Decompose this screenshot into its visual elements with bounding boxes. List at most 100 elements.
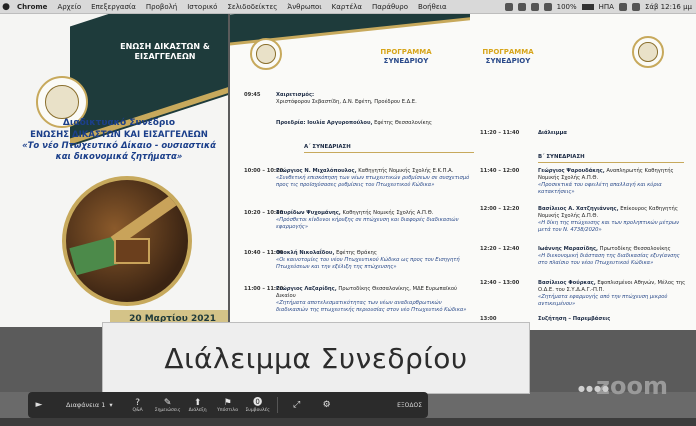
talk-title: «Οι καινοτομίες του νέου Πτωχευτικού Κώδ… — [276, 257, 460, 271]
program-subtitle: ΣΥΝΕΔΡΙΟΥ — [383, 57, 429, 66]
battery-icon[interactable] — [581, 3, 594, 10]
notes-button[interactable]: ✎ Σημειώσεις — [153, 393, 183, 417]
captions-icon: ⚑ — [223, 397, 232, 408]
slide-left: ΕΝΩΣΗ ΔΙΚΑΣΤΩΝ & ΕΙΣΑΓΓΕΛΕΩΝ Διαδικτυακό… — [0, 14, 228, 327]
zoom-logo: ●●●● zoom — [578, 372, 668, 400]
talk-title: «Πρόσθετοι κίνδυνοι κήρυξης σε πτώχευση … — [276, 217, 459, 231]
program-subtitle: ΣΥΝΕΔΡΙΟΥ — [485, 57, 531, 66]
qa-button[interactable]: ? Q&A — [123, 393, 153, 417]
program-heading: ΠΡΟΓΡΑΜΜΑ ΣΥΝΕΔΡΙΟΥ — [478, 48, 538, 66]
break-banner-text: Διάλειμμα Συνεδρίου — [164, 341, 468, 375]
airplay-icon[interactable] — [517, 2, 526, 11]
seal-logo — [632, 36, 664, 68]
divider — [538, 162, 684, 163]
chair-role: Εφέτης Θεσσαλονίκης — [374, 120, 432, 126]
speaker-name: Σπυρίδων Ψυχομάνης, — [276, 210, 341, 216]
conference-title-line3: «Το νέο Πτωχευτικό Δίκαιο - ουσιαστικά κ… — [22, 140, 216, 162]
menu-edit[interactable]: Επεξεργασία — [86, 3, 141, 11]
menu-help[interactable]: Βοήθεια — [413, 3, 452, 11]
break-label: Διάλειμμα — [538, 130, 567, 136]
qa-icon: ? — [135, 397, 140, 408]
speaker-name: Βασίλειος Φούρκας, — [538, 280, 596, 286]
menu-window[interactable]: Παράθυρο — [367, 3, 413, 11]
speaker-name: Γεώργιος Ν. Μιχαλόπουλος, — [276, 168, 357, 174]
gavel-image — [62, 176, 192, 306]
speaker-role: Πρωτοδίκης Θεσσαλονίκης — [599, 246, 671, 252]
talk-title: «Συνθετική επισκόπηση των νέων πτωχευτικ… — [276, 175, 470, 189]
bottom-bar — [0, 418, 696, 426]
qa-label: Q&A — [132, 407, 143, 413]
menu-bookmarks[interactable]: Σελιδοδείκτες — [222, 3, 282, 11]
talk-title: «Η δίκη της πτώχευσης και των προληπτικώ… — [538, 220, 680, 234]
input-source[interactable]: ΗΠΑ — [599, 3, 614, 11]
conference-title: Διαδικτυακό Συνέδριο ΕΝΩΣΗΣ ΔΙΚΑΣΤΩΝ ΚΑΙ… — [14, 118, 224, 163]
notes-label: Σημειώσεις — [154, 407, 181, 413]
lecture-label: Διάλεξη — [188, 407, 207, 413]
speaker-role: Καθηγητής Νομικής Σχολής Ε.Κ.Π.Α. — [358, 168, 454, 174]
program-heading: ΠΡΟΓΡΑΜΜΑ ΣΥΝΕΔΡΙΟΥ — [376, 48, 436, 66]
gear-icon: ⚙ — [322, 400, 331, 410]
time-slot: 12:40 – 13:00 — [480, 280, 520, 286]
fullscreen-icon: ⤢ — [293, 400, 301, 410]
talk-title: «Η διεκονομική διάσταση της διαδικασίας … — [538, 253, 680, 267]
tips-button[interactable]: ⓿ Συμβουλές — [243, 393, 273, 417]
talk-title: «Προσεκτικά του οφειλέτη απαλλαγή και κύ… — [538, 182, 662, 196]
section-heading: Α΄ ΣΥΝΕΔΡΙΑΣΗ — [304, 144, 351, 150]
exit-button[interactable]: ΕΞΟΔΟΣ — [397, 402, 422, 409]
speaker-name: Ιωάννης Μαρασίδης, — [538, 246, 599, 252]
conference-title-line1: Διαδικτυακό Συνέδριο — [62, 118, 176, 128]
speaker-name: Γεώργιος Ψαρουδάκης, — [538, 168, 605, 174]
divider — [304, 152, 474, 153]
time-slot: 12:20 – 12:40 — [480, 246, 520, 252]
program-title: ΠΡΟΓΡΑΜΜΑ — [380, 48, 432, 56]
presentation-toolbar: ► Διαφάνεια 1 ▾ ? Q&A ✎ Σημειώσεις ⬆ Διάλεξ… — [28, 392, 428, 418]
speaker-name: Βασίλειος Α. Χατζηγιάννης, — [538, 206, 619, 212]
captions-button[interactable]: ⚑ Υπόστιλα — [213, 393, 243, 417]
chair-name: Προεδρία: Ιουλία Αργυροπούλου, — [276, 120, 373, 126]
time-slot: 11:40 – 12:00 — [480, 168, 520, 174]
loading-dots-icon: ●●●● — [578, 384, 610, 393]
notes-icon: ✎ — [163, 397, 172, 408]
clock[interactable]: Σάβ 12:16 μμ — [645, 3, 692, 11]
time-slot: 09:45 — [244, 92, 261, 98]
slide-select[interactable]: Διαφάνεια 1 ▾ — [50, 401, 123, 409]
discussion-label: Συζήτηση – Παρεμβάσεις — [538, 316, 611, 322]
program-column-1: 09:45 Χαιρετισμός: Χριστόφορου Σεβαστίδη,… — [244, 92, 480, 330]
seal-logo — [250, 38, 282, 70]
tips-icon: ⓿ — [253, 397, 263, 408]
talk-title: «Ζητήματα αποτελεσματικότητας των νέων α… — [276, 300, 467, 314]
menu-tab[interactable]: Καρτέλα — [327, 3, 367, 11]
menu-bar: ● Chrome Αρχείο Επεξεργασία Προβολή Ιστο… — [0, 0, 696, 14]
speaker-name: Θεοκλή Νικολαΐδου, — [276, 250, 335, 256]
divider — [276, 397, 278, 413]
speaker-role: Εφέτης Θράκης — [336, 250, 377, 256]
search-icon[interactable] — [618, 2, 627, 11]
menu-history[interactable]: Ιστορικό — [182, 3, 222, 11]
talk-title: «Ζητήματα εφαρμογής από την πτώχευση μικ… — [538, 294, 668, 308]
speaker-name: Χαιρετισμός: — [276, 92, 315, 98]
program-column-2: 11:20 – 11:40 Διάλειμμα Β΄ ΣΥΝΕΔΡΙΑΣΗ 11… — [480, 130, 686, 330]
battery-level — [582, 4, 593, 9]
menu-view[interactable]: Προβολή — [141, 3, 182, 11]
menu-people[interactable]: Άνθρωποι — [282, 3, 326, 11]
play-icon[interactable]: ► — [28, 400, 50, 410]
wifi-icon[interactable] — [530, 2, 539, 11]
break-banner: Διάλειμμα Συνεδρίου — [102, 322, 530, 394]
settings-button[interactable]: ⚙ — [312, 393, 342, 417]
apple-icon[interactable]: ● — [0, 0, 12, 14]
slide-select-value: Διαφάνεια 1 — [66, 401, 106, 409]
app-name[interactable]: Chrome — [12, 3, 52, 11]
lecture-icon: ⬆ — [193, 397, 202, 408]
tips-label: Συμβουλές — [245, 407, 270, 413]
speaker-role: Χριστόφορου Σεβαστίδη, Δ.Ν. Εφέτη, Προέδ… — [276, 99, 417, 106]
control-center-icon[interactable] — [631, 2, 640, 11]
time-slot: 11:20 – 11:40 — [480, 130, 520, 136]
dropbox-icon[interactable] — [504, 2, 513, 11]
menu-file[interactable]: Αρχείο — [52, 3, 86, 11]
lecture-button[interactable]: ⬆ Διάλεξη — [183, 393, 213, 417]
fullscreen-button[interactable]: ⤢ — [282, 393, 312, 417]
section-heading: Β΄ ΣΥΝΕΔΡΙΑΣΗ — [538, 154, 585, 160]
volume-icon[interactable] — [543, 2, 552, 11]
speaker-role: Καθηγητής Νομικής Σχολής Α.Π.Θ. — [342, 210, 434, 216]
battery-percent: 100% — [556, 2, 577, 11]
